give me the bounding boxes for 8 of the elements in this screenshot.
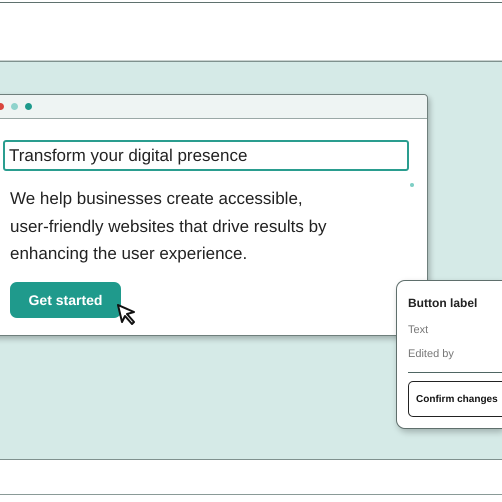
dot-icon [410, 183, 414, 187]
description-text: We help businesses create accessible, user-friendly websites that drive results by enhancing the user experience. [10, 188, 328, 265]
headline-field[interactable]: Transform your digital presence [3, 140, 409, 171]
cursor-icon [117, 304, 136, 325]
confirm-changes-button[interactable]: Confirm changes [408, 381, 502, 417]
field-label: Text [408, 324, 430, 338]
popup-title: Button label [408, 296, 478, 310]
field-label: Edited by [408, 348, 455, 362]
